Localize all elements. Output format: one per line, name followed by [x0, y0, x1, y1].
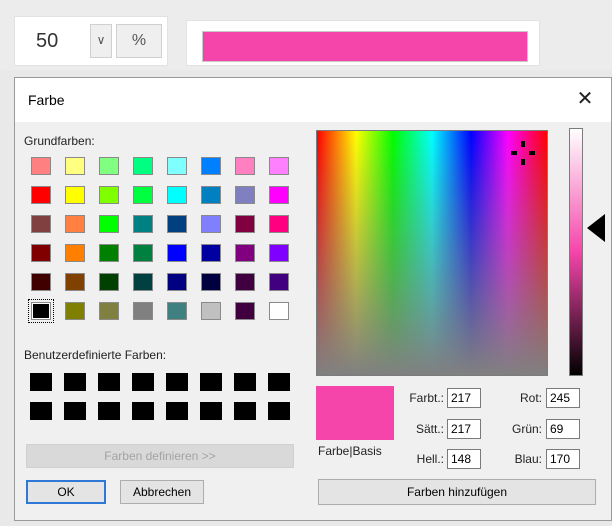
- basic-color-swatch[interactable]: [31, 215, 51, 233]
- basic-color-swatch[interactable]: [167, 273, 187, 291]
- ok-button[interactable]: OK: [26, 480, 106, 504]
- sat-label: Sätt.:: [415, 422, 444, 436]
- basic-color-swatch[interactable]: [133, 244, 153, 262]
- custom-color-swatch[interactable]: [64, 402, 86, 420]
- basic-color-swatch[interactable]: [31, 157, 51, 175]
- custom-color-swatch[interactable]: [30, 402, 52, 420]
- basic-color-swatch[interactable]: [65, 244, 85, 262]
- custom-color-swatch[interactable]: [98, 373, 120, 391]
- color-spectrum[interactable]: [316, 130, 548, 376]
- preview-label: Farbe|Basis: [318, 444, 382, 458]
- basic-color-swatch[interactable]: [201, 244, 221, 262]
- custom-color-swatch[interactable]: [234, 373, 256, 391]
- crosshair-icon[interactable]: [510, 140, 536, 166]
- basic-color-swatch[interactable]: [235, 157, 255, 175]
- basic-color-swatch[interactable]: [28, 299, 54, 323]
- lum-field[interactable]: 148: [447, 449, 481, 469]
- basic-color-swatch[interactable]: [269, 302, 289, 320]
- blue-field[interactable]: 170: [546, 449, 580, 469]
- red-label: Rot:: [519, 391, 542, 405]
- basic-color-swatch[interactable]: [235, 273, 255, 291]
- hue-label: Farbt.:: [409, 391, 444, 405]
- basic-color-swatch[interactable]: [99, 186, 119, 204]
- basic-color-swatch[interactable]: [31, 244, 51, 262]
- sat-field[interactable]: 217: [447, 419, 481, 439]
- basic-color-swatch[interactable]: [269, 186, 289, 204]
- chevron-down-icon: ∨: [96, 33, 106, 47]
- basic-color-swatch[interactable]: [201, 215, 221, 233]
- red-field[interactable]: 245: [546, 388, 580, 408]
- basic-color-swatch[interactable]: [65, 302, 85, 320]
- basic-color-swatch[interactable]: [65, 157, 85, 175]
- basic-color-swatch[interactable]: [99, 157, 119, 175]
- define-colors-button[interactable]: Farben definieren >>: [26, 444, 294, 468]
- green-field[interactable]: 69: [546, 419, 580, 439]
- custom-color-swatch[interactable]: [30, 373, 52, 391]
- custom-color-swatch[interactable]: [132, 373, 154, 391]
- basic-color-swatch[interactable]: [99, 273, 119, 291]
- basic-color-swatch[interactable]: [133, 157, 153, 175]
- basic-colors-label: Grundfarben:: [24, 134, 95, 148]
- custom-color-swatch[interactable]: [166, 373, 188, 391]
- lum-label: Hell.:: [416, 452, 444, 466]
- basic-color-swatch[interactable]: [201, 302, 221, 320]
- close-icon[interactable]: ✕: [572, 86, 598, 112]
- basic-color-swatch[interactable]: [65, 215, 85, 233]
- custom-color-swatch[interactable]: [98, 402, 120, 420]
- basic-color-swatch[interactable]: [235, 215, 255, 233]
- cancel-button[interactable]: Abbrechen: [120, 480, 204, 504]
- basic-color-swatch[interactable]: [167, 186, 187, 204]
- custom-colors-label: Benutzerdefinierte Farben:: [24, 348, 167, 362]
- basic-color-swatch[interactable]: [31, 186, 51, 204]
- basic-color-swatch[interactable]: [269, 157, 289, 175]
- basic-color-swatch[interactable]: [99, 302, 119, 320]
- luminance-arrow-icon[interactable]: [587, 214, 605, 242]
- basic-color-swatch[interactable]: [201, 273, 221, 291]
- basic-color-swatch[interactable]: [133, 215, 153, 233]
- basic-color-swatch[interactable]: [65, 273, 85, 291]
- hue-field[interactable]: 217: [447, 388, 481, 408]
- basic-color-swatch[interactable]: [235, 244, 255, 262]
- zoom-dropdown-button[interactable]: ∨: [90, 24, 112, 58]
- basic-color-swatch[interactable]: [167, 244, 187, 262]
- basic-color-swatch[interactable]: [235, 302, 255, 320]
- current-color-swatch[interactable]: [202, 31, 528, 62]
- basic-color-swatch[interactable]: [269, 215, 289, 233]
- dialog-title: Farbe: [28, 92, 65, 108]
- basic-color-swatch[interactable]: [99, 244, 119, 262]
- add-colors-button[interactable]: Farben hinzufügen: [318, 479, 596, 505]
- percent-button[interactable]: %: [116, 24, 162, 58]
- basic-color-swatch[interactable]: [31, 273, 51, 291]
- green-label: Grün:: [511, 422, 542, 436]
- basic-color-swatch[interactable]: [269, 273, 289, 291]
- basic-color-swatch[interactable]: [167, 302, 187, 320]
- basic-color-swatch[interactable]: [167, 215, 187, 233]
- basic-color-swatch[interactable]: [99, 215, 119, 233]
- basic-color-swatch[interactable]: [133, 273, 153, 291]
- custom-color-swatch[interactable]: [234, 402, 256, 420]
- custom-color-swatch[interactable]: [132, 402, 154, 420]
- basic-color-swatch[interactable]: [65, 186, 85, 204]
- custom-color-swatch[interactable]: [166, 402, 188, 420]
- basic-color-swatch[interactable]: [133, 186, 153, 204]
- zoom-value[interactable]: 50: [36, 26, 96, 56]
- basic-color-swatch[interactable]: [269, 244, 289, 262]
- custom-color-swatch[interactable]: [268, 373, 290, 391]
- basic-color-swatch[interactable]: [201, 157, 221, 175]
- color-preview: [316, 386, 394, 440]
- custom-color-swatch[interactable]: [64, 373, 86, 391]
- custom-color-swatch[interactable]: [200, 373, 222, 391]
- basic-color-swatch[interactable]: [133, 302, 153, 320]
- luminance-slider[interactable]: [569, 128, 583, 376]
- custom-color-swatch[interactable]: [200, 402, 222, 420]
- basic-color-swatch[interactable]: [167, 157, 187, 175]
- dialog-titlebar: [15, 78, 611, 122]
- basic-color-swatch[interactable]: [201, 186, 221, 204]
- basic-color-swatch[interactable]: [235, 186, 255, 204]
- custom-color-swatch[interactable]: [268, 402, 290, 420]
- blue-label: Blau:: [514, 452, 542, 466]
